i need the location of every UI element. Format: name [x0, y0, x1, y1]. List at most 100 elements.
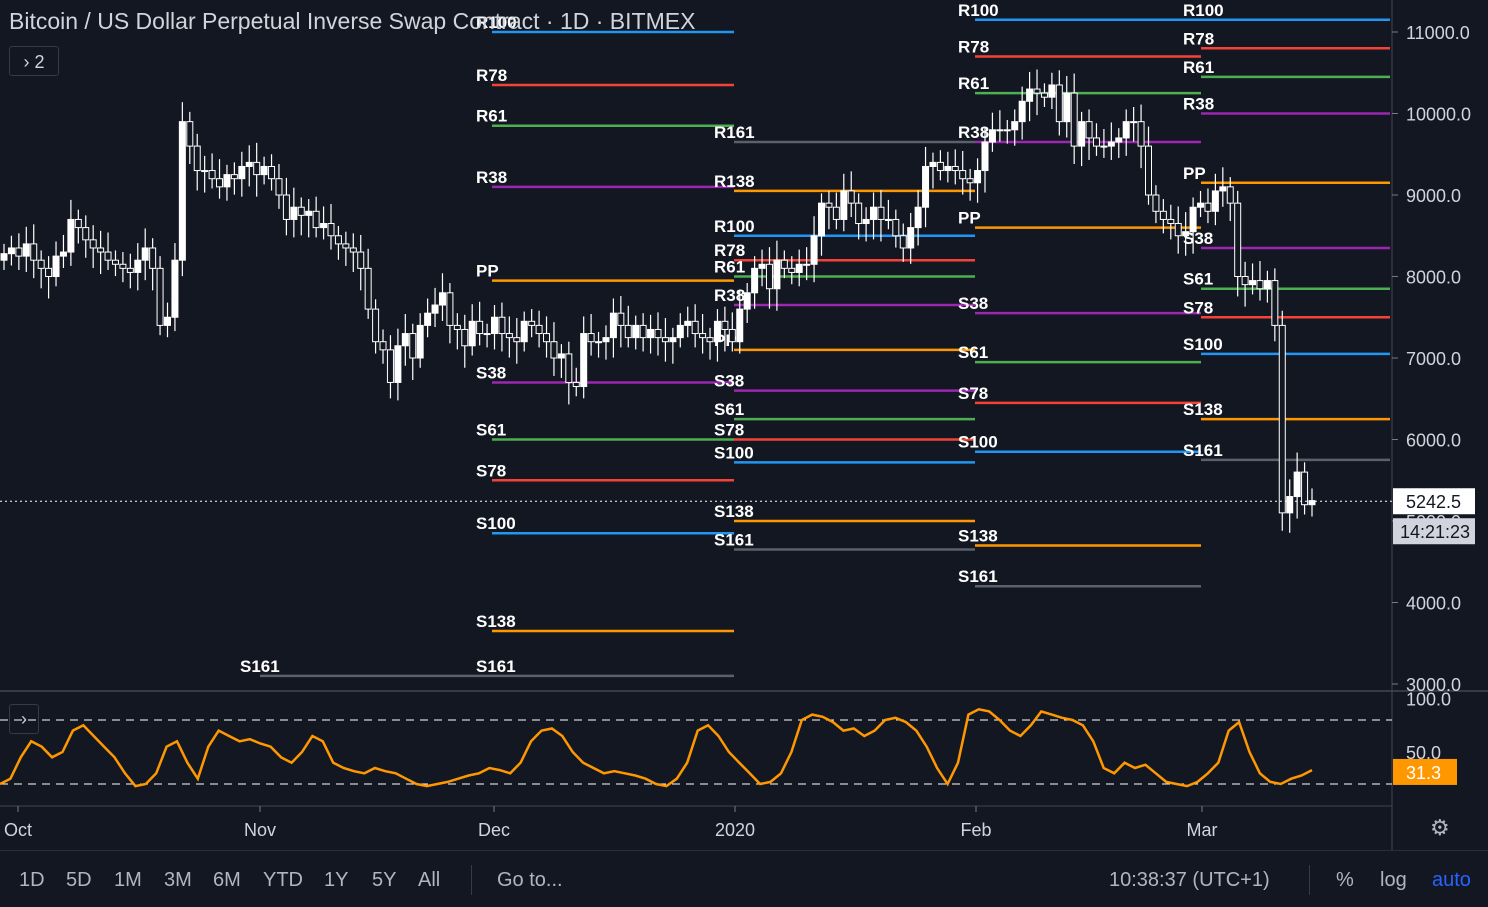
candle-body: [855, 202, 863, 225]
goto-button[interactable]: Go to...: [497, 869, 563, 892]
range-3m[interactable]: 3M: [164, 869, 192, 892]
range-6m[interactable]: 6M: [213, 869, 241, 892]
candle-body: [1011, 121, 1019, 131]
log-toggle[interactable]: log: [1380, 869, 1407, 892]
pivot-label-r38: R38: [714, 286, 745, 305]
candle-body: [164, 316, 171, 326]
clock-readout[interactable]: 10:38:37 (UTC+1): [1109, 869, 1270, 892]
candle-body: [15, 247, 23, 257]
candle-body: [617, 312, 625, 326]
candle-body: [1167, 218, 1175, 225]
pivot-label-r38: R38: [476, 168, 507, 187]
candle-body: [951, 165, 959, 172]
pivot-label-r78: R78: [958, 37, 989, 56]
candle-body: [884, 218, 892, 221]
candle-body: [149, 247, 157, 269]
candle-body: [513, 337, 521, 343]
candle-body: [216, 178, 224, 188]
candle-body: [870, 206, 878, 220]
pivot-label-r100: R100: [714, 217, 755, 236]
candle-body: [59, 251, 67, 257]
pivot-label-r100: R100: [958, 1, 999, 20]
oscillator-line: [0, 707, 1313, 788]
candle-body: [476, 320, 484, 335]
x-tick-label: Oct: [4, 820, 32, 840]
candle-body: [907, 227, 915, 249]
candle-body: [1256, 280, 1264, 290]
pivot-label-r100: R100: [1183, 1, 1224, 20]
percent-toggle[interactable]: %: [1336, 869, 1354, 892]
legend-toggle-button[interactable]: › 2: [9, 46, 59, 76]
candle-body: [580, 333, 588, 388]
candle-body: [543, 333, 551, 343]
candle-body: [795, 263, 803, 273]
candle-body: [230, 174, 238, 180]
candle-body: [1189, 206, 1197, 233]
auto-toggle[interactable]: auto: [1432, 869, 1471, 892]
candle-body: [1070, 92, 1078, 147]
candle-body: [557, 353, 565, 359]
toolbar-divider: [1309, 865, 1310, 895]
candle-body: [327, 223, 335, 237]
candle-body: [1063, 92, 1071, 123]
candle-body: [966, 178, 974, 184]
range-1m[interactable]: 1M: [114, 869, 142, 892]
candle-body: [171, 259, 179, 318]
candle-body: [765, 263, 773, 290]
range-5d[interactable]: 5D: [66, 869, 92, 892]
candle-body: [89, 239, 97, 249]
candle-body: [758, 263, 766, 269]
x-tick-label: Mar: [1187, 820, 1218, 840]
candle-body: [587, 333, 595, 343]
candle-body: [1211, 190, 1219, 212]
pivot-label-s78: S78: [958, 384, 988, 403]
candle-body: [438, 292, 446, 306]
range-5y[interactable]: 5Y: [372, 869, 396, 892]
candle-body: [862, 218, 870, 225]
candle-body: [602, 337, 610, 343]
candle-body: [550, 341, 558, 359]
candle-body: [922, 165, 930, 208]
candle-body: [379, 341, 387, 351]
x-tick-label: Feb: [960, 820, 991, 840]
y-tick-label: 9000.0: [1406, 186, 1461, 206]
candle-body: [661, 337, 669, 343]
range-1y[interactable]: 1Y: [324, 869, 348, 892]
candle-body: [349, 247, 357, 253]
candle-body: [320, 223, 328, 229]
pivot-label-s78: S78: [1183, 298, 1213, 317]
range-all[interactable]: All: [418, 869, 440, 892]
candle-body: [37, 259, 45, 269]
candle-body: [676, 324, 684, 339]
gear-icon[interactable]: ⚙: [1430, 815, 1450, 841]
candle-body: [238, 165, 246, 180]
range-1d[interactable]: 1D: [19, 869, 45, 892]
candle-body: [223, 174, 231, 188]
countdown-label: 14:21:23: [1400, 522, 1470, 542]
candle-body: [364, 267, 372, 310]
candle-body: [736, 308, 744, 343]
candle-body: [275, 178, 283, 196]
pivot-label-s38: S38: [714, 372, 744, 391]
pivot-label-pp: PP: [476, 262, 499, 281]
candle-body: [1092, 137, 1100, 147]
y-tick-label: 4000.0: [1406, 594, 1461, 614]
candle-body: [431, 304, 439, 314]
candle-body: [1182, 231, 1190, 237]
candle-body: [409, 333, 417, 359]
candle-body: [810, 235, 818, 265]
candle-body: [186, 121, 194, 147]
candle-body: [201, 170, 209, 173]
pivot-label-s61: S61: [958, 343, 988, 362]
y-tick-label: 10000.0: [1406, 105, 1471, 125]
candle-body: [1048, 84, 1056, 98]
price-chart[interactable]: 3000.04000.05000.06000.07000.08000.09000…: [0, 0, 1488, 850]
candle-body: [297, 206, 305, 216]
candle-body: [342, 243, 350, 249]
y-tick-label: 11000.0: [1406, 23, 1470, 43]
candle-body: [699, 333, 707, 339]
range-ytd[interactable]: YTD: [263, 869, 303, 892]
oscillator-toggle-button[interactable]: ›: [9, 704, 39, 734]
candle-body: [1100, 145, 1108, 148]
candle-body: [1033, 88, 1041, 94]
